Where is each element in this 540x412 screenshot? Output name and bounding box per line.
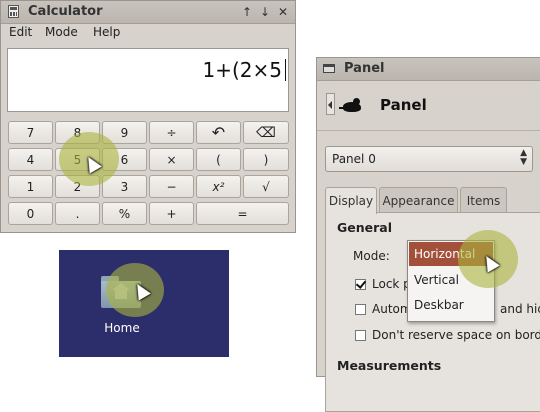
undo-icon[interactable]: ↶ [196, 121, 241, 144]
key-decimal[interactable]: . [55, 202, 100, 225]
key-equals[interactable]: = [196, 202, 289, 225]
menubar: Edit Mode Help [1, 23, 295, 43]
desktop-background: Home [59, 250, 229, 357]
checkbox-label-suffix: and hide t [500, 302, 540, 316]
lower-icon[interactable]: ↓ [260, 4, 270, 20]
checkbox-unchecked[interactable] [355, 329, 366, 341]
keypad: 7 8 9 ÷ ↶ ⌫ 4 5 6 × ( ) 1 2 3 − x² √ 0 .… [8, 121, 292, 225]
window-menu-icon[interactable] [323, 64, 335, 73]
key-subtract[interactable]: − [149, 175, 194, 198]
key-7[interactable]: 7 [8, 121, 53, 144]
mode-option-deskbar[interactable]: Deskbar [409, 293, 493, 317]
panel-preferences-window: Panel Panel Panel 0 ▲ ▼ Display Appearanc… [316, 57, 540, 412]
key-open-paren[interactable]: ( [196, 148, 241, 171]
key-percent[interactable]: % [102, 202, 147, 225]
text-caret [285, 59, 286, 81]
panel-heading: Panel [380, 96, 427, 114]
reserve-space-checkbox[interactable]: Don't reserve space on border [355, 327, 540, 343]
tab-display[interactable]: Display [325, 187, 377, 214]
window-title: Calculator [28, 4, 103, 19]
key-divide[interactable]: ÷ [149, 121, 194, 144]
calculator-icon [8, 5, 19, 18]
tab-items[interactable]: Items [460, 187, 507, 213]
mode-label: Mode: [353, 249, 390, 263]
autohide-checkbox[interactable]: Autom and hide t [355, 301, 540, 317]
checkbox-label: Lock p [372, 277, 411, 291]
key-1[interactable]: 1 [8, 175, 53, 198]
lock-panel-checkbox[interactable]: Lock p [355, 276, 411, 292]
chevron-updown-icon: ▲ ▼ [520, 148, 527, 167]
close-icon[interactable]: ✕ [278, 4, 288, 20]
panel-prev-button[interactable] [326, 93, 335, 115]
panel-titlebar[interactable]: Panel [317, 58, 540, 81]
panel-select-value: Panel 0 [332, 152, 376, 166]
window-title: Panel [344, 61, 385, 76]
divider [317, 130, 540, 131]
key-square[interactable]: x² [196, 175, 241, 198]
menu-mode[interactable]: Mode [45, 25, 78, 39]
calculator-titlebar[interactable]: Calculator ↑ ↓ ✕ [1, 1, 295, 24]
backspace-icon[interactable]: ⌫ [243, 121, 289, 144]
xfce-mouse-icon [339, 96, 365, 116]
key-4[interactable]: 4 [8, 148, 53, 171]
measurements-heading: Measurements [337, 358, 442, 373]
panel-select[interactable]: Panel 0 ▲ ▼ [325, 146, 533, 172]
tab-appearance[interactable]: Appearance [379, 187, 458, 213]
raise-icon[interactable]: ↑ [242, 4, 252, 20]
checkbox-label: Don't reserve space on border [372, 328, 540, 342]
key-0[interactable]: 0 [8, 202, 53, 225]
key-add[interactable]: + [149, 202, 194, 225]
menu-edit[interactable]: Edit [9, 25, 32, 39]
checkbox-unchecked[interactable] [355, 303, 366, 315]
key-close-paren[interactable]: ) [243, 148, 289, 171]
calculator-window: Calculator ↑ ↓ ✕ Edit Mode Help 1+(2×5 7… [0, 0, 296, 233]
desktop-icon-label[interactable]: Home [59, 321, 185, 335]
key-sqrt[interactable]: √ [243, 175, 289, 198]
checkbox-checked[interactable] [355, 278, 366, 290]
key-multiply[interactable]: × [149, 148, 194, 171]
general-heading: General [337, 220, 392, 235]
display-expression: 1+(2×5 [202, 58, 283, 82]
checkbox-label: Autom [372, 302, 412, 316]
calculator-display[interactable]: 1+(2×5 [7, 48, 289, 112]
menu-help[interactable]: Help [93, 25, 120, 39]
